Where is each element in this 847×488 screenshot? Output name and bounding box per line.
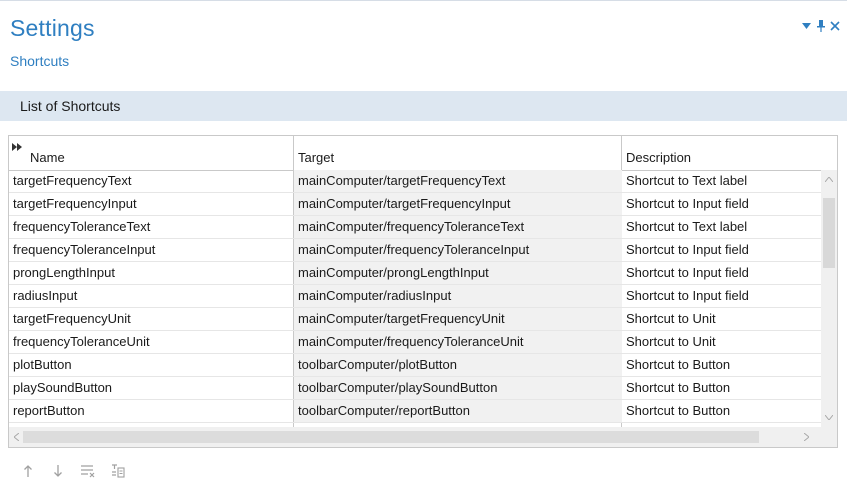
- cell-target[interactable]: mainComputer/frequencyToleranceUnit: [294, 331, 622, 353]
- cell-target[interactable]: mainComputer/frequencyToleranceInput: [294, 239, 622, 261]
- cell-name[interactable]: targetFrequencyText: [9, 170, 294, 192]
- column-header-label: Target: [298, 150, 335, 165]
- table-header: Name Target Description: [9, 136, 821, 171]
- cell-target[interactable]: mainComputer/frequencyToleranceText: [294, 216, 622, 238]
- horizontal-scrollbar[interactable]: [9, 427, 821, 447]
- table-row[interactable]: playSoundButton toolbarComputer/playSound…: [9, 377, 821, 400]
- cell-description[interactable]: Shortcut to Button: [622, 377, 821, 399]
- cell-target[interactable]: toolbarComputer/playSoundButton: [294, 377, 622, 399]
- cell-name[interactable]: playSoundButton: [9, 377, 294, 399]
- horizontal-scroll-thumb[interactable]: [23, 431, 759, 443]
- table-row[interactable]: targetFrequencyText mainComputer/targetFr…: [9, 170, 821, 193]
- cell-name[interactable]: frequencyToleranceInput: [9, 239, 294, 261]
- cell-name[interactable]: targetFrequencyInput: [9, 193, 294, 215]
- scrollbar-corner: [821, 427, 837, 447]
- move-up-icon[interactable]: [18, 461, 38, 481]
- window-title: Settings: [10, 15, 95, 41]
- cell-name[interactable]: prongLengthInput: [9, 262, 294, 284]
- list-toolbar: [18, 461, 128, 481]
- cell-name[interactable]: targetFrequencyUnit: [9, 308, 294, 330]
- scroll-up-icon[interactable]: [821, 172, 837, 186]
- scroll-left-icon[interactable]: [9, 430, 23, 444]
- vertical-scrollbar[interactable]: [821, 170, 837, 427]
- cell-name[interactable]: radiusInput: [9, 285, 294, 307]
- cell-description[interactable]: Shortcut to Button: [622, 354, 821, 376]
- cell-target[interactable]: mainComputer/targetFrequencyInput: [294, 193, 622, 215]
- cell-target[interactable]: mainComputer/targetFrequencyUnit: [294, 308, 622, 330]
- cell-description[interactable]: Shortcut to Text label: [622, 170, 821, 192]
- table-row[interactable]: radiusInput mainComputer/radiusInput Short…: [9, 285, 821, 308]
- pin-icon[interactable]: [815, 16, 827, 36]
- cell-name[interactable]: reportButton: [9, 400, 294, 422]
- cell-target[interactable]: mainComputer/targetFrequencyText: [294, 170, 622, 192]
- table-row[interactable]: reportButton toolbarComputer/reportButton…: [9, 400, 821, 423]
- move-down-icon[interactable]: [48, 461, 68, 481]
- table-row[interactable]: plotButton toolbarComputer/plotButton Shor…: [9, 354, 821, 377]
- cell-target[interactable]: toolbarComputer/plotButton: [294, 354, 622, 376]
- section-header-list-of-shortcuts[interactable]: List of Shortcuts: [0, 91, 847, 121]
- cell-description[interactable]: Shortcut to Button: [622, 400, 821, 422]
- cell-target[interactable]: mainComputer/prongLengthInput: [294, 262, 622, 284]
- column-header-name[interactable]: Name: [9, 136, 294, 170]
- cell-target[interactable]: mainComputer/radiusInput: [294, 285, 622, 307]
- cell-description[interactable]: Shortcut to Unit: [622, 308, 821, 330]
- top-border: [0, 0, 847, 1]
- table-row[interactable]: frequencyToleranceText mainComputer/frequ…: [9, 216, 821, 239]
- cell-name[interactable]: plotButton: [9, 354, 294, 376]
- scroll-right-icon[interactable]: [799, 430, 813, 444]
- add-from-selection-icon[interactable]: [108, 461, 128, 481]
- close-icon[interactable]: [829, 16, 841, 36]
- scroll-down-icon[interactable]: [821, 410, 837, 424]
- table-row[interactable]: frequencyToleranceInput mainComputer/freq…: [9, 239, 821, 262]
- cell-description[interactable]: Shortcut to Input field: [622, 285, 821, 307]
- cell-description[interactable]: Shortcut to Input field: [622, 193, 821, 215]
- column-header-label: Description: [626, 150, 692, 165]
- vertical-scroll-thumb[interactable]: [823, 198, 835, 268]
- window-subtitle: Shortcuts: [10, 53, 70, 69]
- table-row[interactable]: targetFrequencyInput mainComputer/targetF…: [9, 193, 821, 216]
- column-header-description[interactable]: Description: [622, 136, 821, 170]
- cell-description[interactable]: Shortcut to Input field: [622, 262, 821, 284]
- table-row[interactable]: frequencyToleranceUnit mainComputer/frequ…: [9, 331, 821, 354]
- column-header-label: Name: [30, 150, 65, 165]
- cell-name[interactable]: frequencyToleranceUnit: [9, 331, 294, 353]
- table-row[interactable]: prongLengthInput mainComputer/prongLength…: [9, 262, 821, 285]
- column-header-target[interactable]: Target: [294, 136, 622, 170]
- table-row[interactable]: targetFrequencyUnit mainComputer/targetFr…: [9, 308, 821, 331]
- cell-target[interactable]: toolbarComputer/reportButton: [294, 400, 622, 422]
- cell-description[interactable]: Shortcut to Unit: [622, 331, 821, 353]
- cell-description[interactable]: Shortcut to Input field: [622, 239, 821, 261]
- clear-list-icon[interactable]: [78, 461, 98, 481]
- cell-name[interactable]: frequencyToleranceText: [9, 216, 294, 238]
- cell-description[interactable]: Shortcut to Text label: [622, 216, 821, 238]
- dropdown-menu-icon[interactable]: [800, 16, 812, 36]
- shortcuts-table: Name Target Description targetFrequencyT…: [8, 135, 838, 448]
